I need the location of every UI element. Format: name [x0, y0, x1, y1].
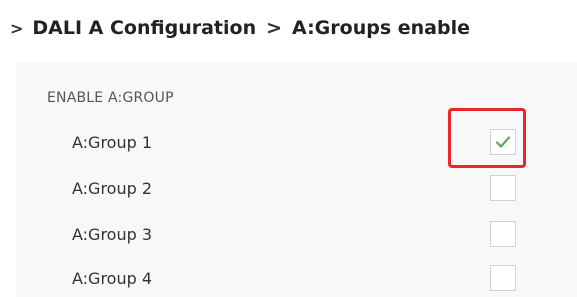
section-heading: ENABLE A:GROUP [47, 90, 174, 106]
breadcrumb-leading-separator: > [10, 18, 24, 38]
group-label: A:Group 2 [72, 179, 153, 198]
group-row-1: A:Group 1 [16, 121, 577, 167]
breadcrumb-separator: > [266, 17, 283, 39]
group-row-2: A:Group 2 [16, 167, 577, 213]
group-row-3: A:Group 3 [16, 213, 577, 259]
group-label: A:Group 1 [72, 133, 153, 152]
breadcrumb: > DALI A Configuration > A:Groups enable [10, 13, 470, 43]
header: > DALI A Configuration > A:Groups enable [0, 0, 577, 62]
group-1-checkbox[interactable] [490, 129, 516, 155]
group-label: A:Group 4 [72, 269, 153, 288]
group-3-checkbox[interactable] [490, 221, 516, 247]
group-row-4: A:Group 4 [16, 257, 577, 297]
page: > DALI A Configuration > A:Groups enable… [0, 0, 577, 297]
group-4-checkbox[interactable] [490, 265, 516, 291]
breadcrumb-item-dali-a-configuration[interactable]: DALI A Configuration [32, 17, 256, 39]
group-label: A:Group 3 [72, 225, 153, 244]
checkmark-icon [495, 136, 511, 148]
group-2-checkbox[interactable] [490, 175, 516, 201]
breadcrumb-item-a-groups-enable: A:Groups enable [292, 17, 470, 39]
